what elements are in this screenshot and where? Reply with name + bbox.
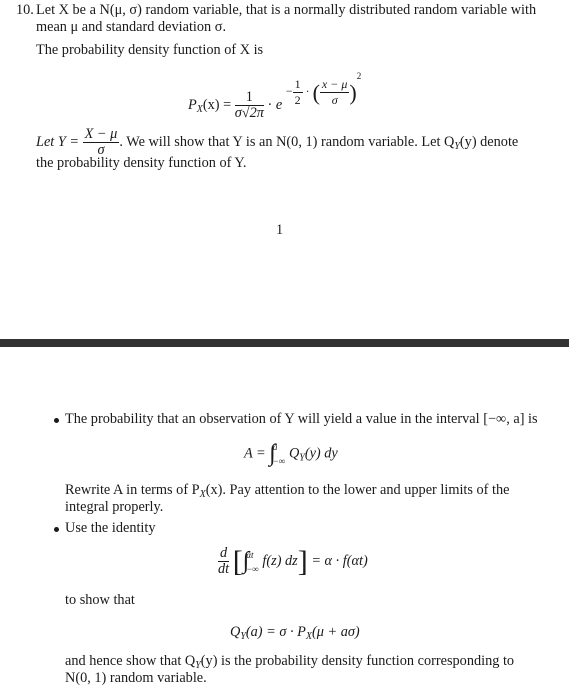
identity-integrand: f(z) dz [262, 552, 298, 569]
page-divider [0, 339, 569, 347]
exponent: −1 2 · (x − μ σ)2 [286, 68, 361, 108]
identity-rhs: = α · f(αt) [311, 552, 368, 569]
eq-dot: · [267, 97, 273, 113]
conclusion-line-2: N(0, 1) random variable. [65, 670, 207, 686]
eq-lhs-arg: (x) = [202, 97, 232, 113]
item-number: 10. [16, 2, 34, 18]
pdf-equation: PX(x) = 1 σ√2π · e −1 2 · (x − μ σ)2 [188, 68, 361, 121]
bullet-1-text: The probability that an observation of Y… [65, 411, 538, 427]
left-bracket: [ [232, 545, 243, 578]
exp-dot: · [305, 84, 310, 98]
let-y-line-2: the probability density function of Y. [36, 155, 247, 171]
left-paren: ( [312, 79, 320, 105]
integrand-rest: (y) dy [304, 445, 338, 462]
inner-den: σ [331, 92, 338, 107]
inner-fraction: x − μσ [319, 76, 350, 108]
result-lhs: Q [230, 624, 241, 640]
intro-line-1: Let X be a N(μ, σ) random variable, that… [36, 2, 537, 18]
exp-den: 2 [294, 92, 301, 107]
identity-limits: αt −∞ [246, 548, 259, 576]
to-show-text: to show that [65, 592, 135, 608]
right-bracket: ] [297, 545, 308, 578]
intro-line-2: mean μ and standard deviation σ. [36, 19, 227, 35]
power: 2 [356, 71, 362, 81]
result-rhs: (μ + aσ) [311, 624, 360, 640]
coef-num: 1 [234, 90, 264, 107]
result-mid: (a) = σ · P [245, 624, 306, 640]
rewrite-b: (x). Pay attention to the lower and uppe… [205, 482, 510, 498]
eq-base-e: e [275, 97, 283, 113]
eq-lhs: P [188, 97, 197, 113]
right-paren: ) [349, 79, 357, 105]
lower-limit: −∞ [272, 456, 286, 466]
let-y-prefix: Let Y = [36, 133, 80, 150]
coef-fraction: 1 σ√2π [234, 90, 264, 122]
d-num: d [218, 545, 230, 562]
bullet-2 [54, 527, 59, 532]
upper-limit: a [272, 442, 278, 452]
exp-fraction: 12 [292, 76, 303, 108]
eq-a-lhs: A = [244, 445, 266, 462]
inner-num: x − μ [319, 76, 350, 93]
y-fraction: X − μσ [82, 126, 120, 158]
conclusion-a: and hence show that Q [65, 653, 196, 669]
integral-limits: a −∞ [273, 440, 286, 468]
rewrite-a: Rewrite A in terms of P [65, 482, 200, 498]
identity-equation: d dt [∫ αt −∞ f(z) dz] = α · f(αt) [218, 546, 368, 577]
d-den: dt [218, 561, 230, 577]
coef-den: σ√2π [234, 105, 264, 122]
integrand: Q [288, 445, 300, 462]
let-y-line: Let Y = X − μσ. We will show that Y is a… [36, 127, 518, 158]
bullet-2-text: Use the identity [65, 520, 156, 536]
rewrite-line-2: integral properly. [65, 499, 164, 515]
equation-a: A = ∫ a −∞ QY(y) dy [244, 440, 338, 468]
conclusion-b: (y) is the probability density function … [200, 653, 515, 669]
let-y-rest: . We will show that Y is an N(0, 1) rand… [119, 133, 455, 150]
y-num: X − μ [82, 126, 120, 143]
exp-sign: − [285, 84, 293, 98]
exp-num: 1 [292, 76, 303, 93]
identity-upper: αt [246, 549, 254, 560]
pdf-intro: The probability density function of X is [36, 42, 264, 58]
derivative-fraction: d dt [218, 545, 230, 577]
let-y-end: (y) denote [459, 133, 519, 150]
bullet-1 [54, 418, 59, 423]
result-equation: QY(a) = σ · PX(μ + aσ) [230, 624, 360, 645]
identity-lower: −∞ [246, 563, 259, 574]
page-number: 1 [276, 222, 284, 238]
